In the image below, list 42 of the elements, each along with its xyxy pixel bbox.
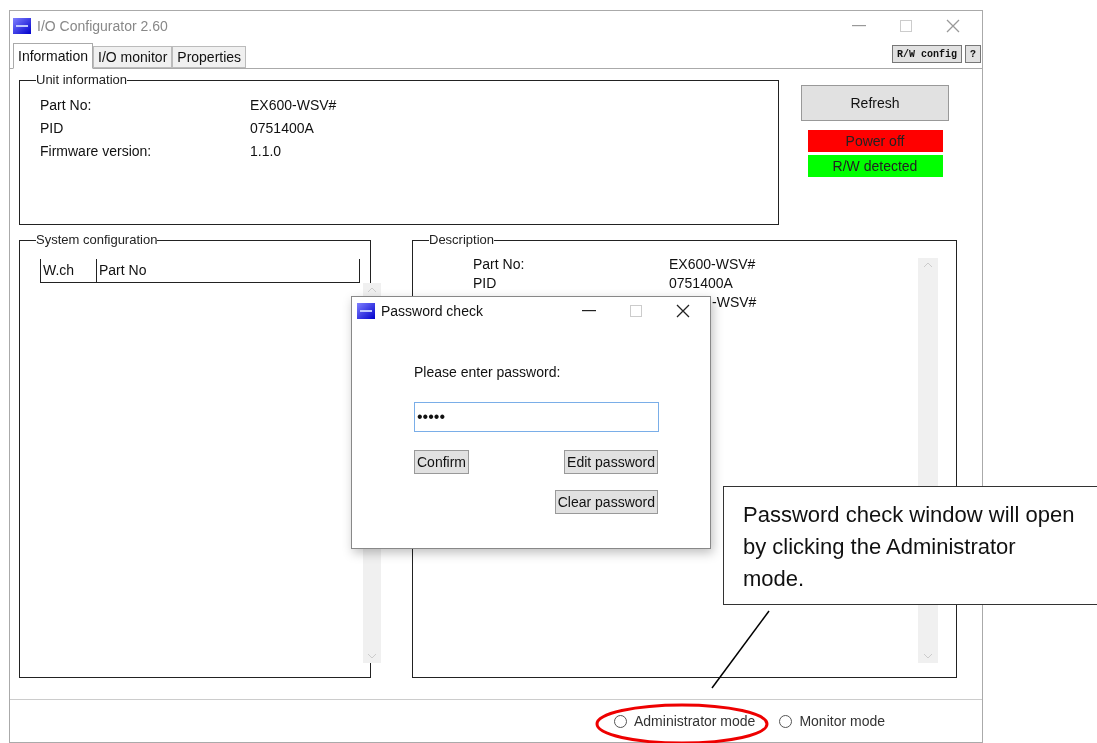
password-field[interactable]: ••••• bbox=[414, 402, 659, 432]
field-value: EX600-WSV# bbox=[250, 96, 337, 115]
chevron-up-icon[interactable] bbox=[923, 262, 933, 268]
group-title: System configuration bbox=[36, 232, 158, 248]
close-icon[interactable] bbox=[676, 304, 690, 318]
field-label: Part No: bbox=[40, 96, 93, 115]
status-indicator: Power off bbox=[807, 130, 943, 152]
callout-text: Password check window will open by clicking the Administrator mode. bbox=[743, 501, 1076, 593]
tab[interactable]: Properties bbox=[172, 46, 247, 68]
field-value: 1.1.0 bbox=[250, 142, 282, 161]
app-logo-icon bbox=[13, 18, 31, 34]
column-header: Part No bbox=[96, 259, 359, 282]
field-value: EX600-WSV# bbox=[669, 255, 756, 274]
field-value: 0751400A bbox=[250, 119, 314, 138]
maximize-icon[interactable] bbox=[900, 20, 912, 32]
app-logo-icon bbox=[357, 303, 375, 319]
maximize-icon[interactable] bbox=[630, 305, 642, 317]
window-title: I/O Configurator 2.60 bbox=[37, 16, 168, 36]
mode-radio[interactable]: Monitor mode bbox=[779, 710, 885, 732]
clear-password-button[interactable]: Clear password bbox=[554, 490, 658, 514]
chevron-up-icon[interactable] bbox=[367, 287, 377, 293]
edit-password-button[interactable]: Edit password bbox=[564, 450, 658, 474]
tab[interactable]: Information bbox=[13, 43, 94, 69]
column-header: W.ch bbox=[40, 259, 96, 282]
field-value: -WSV# bbox=[712, 293, 757, 312]
minimize-icon[interactable] bbox=[582, 310, 596, 312]
dialog-title: Password check bbox=[381, 301, 483, 321]
field-label: PID bbox=[473, 274, 498, 293]
refresh-button[interactable]: Refresh bbox=[801, 85, 949, 121]
field-label: PID bbox=[40, 119, 65, 138]
toolbar-button[interactable]: R/W config bbox=[891, 45, 962, 63]
tab[interactable]: I/O monitor bbox=[93, 46, 173, 68]
field-label: Part No: bbox=[473, 255, 526, 274]
confirm-button[interactable]: Confirm bbox=[414, 450, 469, 474]
chevron-down-icon[interactable] bbox=[923, 653, 933, 659]
password-prompt: Please enter password: bbox=[414, 363, 562, 382]
toolbar-button[interactable]: ? bbox=[965, 45, 981, 63]
field-value: 0751400A bbox=[669, 274, 733, 293]
status-indicator: R/W detected bbox=[807, 155, 943, 177]
group-title: Description bbox=[429, 232, 495, 248]
field-label: Firmware version: bbox=[40, 142, 153, 161]
chevron-down-icon[interactable] bbox=[367, 653, 377, 659]
